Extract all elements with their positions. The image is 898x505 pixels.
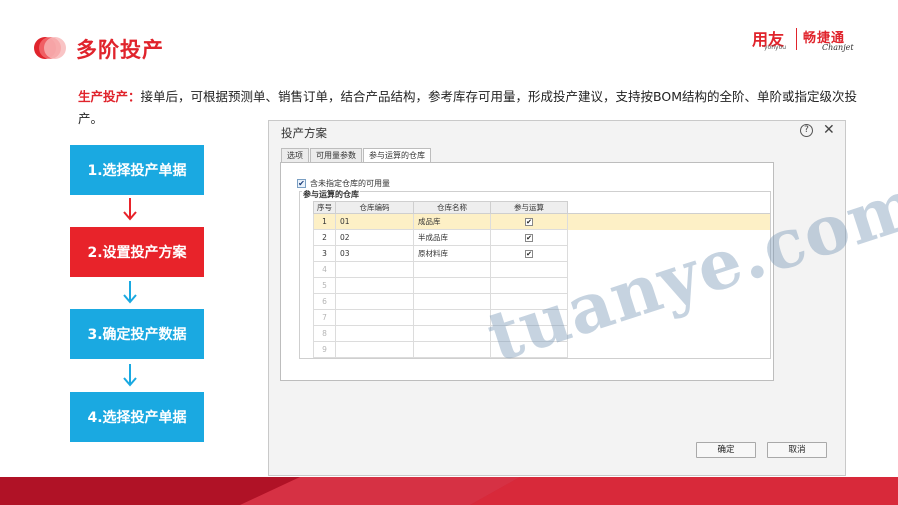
warehouse-code-cell[interactable]	[335, 309, 414, 326]
warehouse-name-cell[interactable]	[413, 277, 491, 294]
row-index-cell[interactable]: 2	[313, 229, 336, 246]
footer-band	[0, 477, 898, 505]
help-icon[interactable]: ?	[800, 124, 813, 137]
include-unassigned-checkbox[interactable]: ✔	[297, 179, 306, 188]
ok-button[interactable]: 确定	[696, 442, 756, 458]
intro-label: 生产投产：	[78, 89, 141, 104]
dialog-title: 投产方案	[281, 126, 327, 140]
step-4-box: 4.选择投产单据	[70, 392, 204, 442]
brand-divider	[796, 28, 797, 50]
close-icon[interactable]: ✕	[823, 122, 835, 138]
page-title: 多阶投产	[76, 38, 164, 62]
arrow-down-icon	[123, 364, 137, 387]
step-3-box: 3.确定投产数据	[70, 309, 204, 359]
table-row[interactable]: 1 01 成品库 ✔	[313, 213, 770, 230]
brand-yonyou-sub: yonyou	[764, 44, 787, 51]
warehouse-code-cell[interactable]	[335, 325, 414, 342]
arrow-down-icon	[123, 281, 137, 304]
row-index-cell[interactable]: 5	[313, 277, 336, 294]
warehouse-code-cell[interactable]: 02	[335, 229, 414, 246]
warehouse-name-cell[interactable]: 成品库	[413, 213, 491, 230]
warehouse-code-cell[interactable]	[335, 277, 414, 294]
brand-chanjet-sub: Chanjet	[822, 43, 854, 52]
tab-availability-params[interactable]: 可用量参数	[310, 148, 362, 162]
warehouse-code-cell[interactable]: 03	[335, 245, 414, 262]
title-logo-icon	[34, 37, 66, 59]
arrow-down-icon	[123, 198, 137, 221]
tab-bar: 选项 可用量参数 参与运算的仓库	[281, 148, 432, 163]
row-index-cell[interactable]: 4	[313, 261, 336, 278]
slide: 多阶投产 用友 yonyou 畅捷通 Chanjet 生产投产：接单后，可根据预…	[0, 0, 898, 505]
row-index-cell[interactable]: 7	[313, 309, 336, 326]
warehouse-name-cell[interactable]	[413, 341, 491, 358]
warehouse-name-cell[interactable]	[413, 325, 491, 342]
column-header[interactable]: 序号	[313, 201, 336, 214]
warehouse-name-cell[interactable]	[413, 309, 491, 326]
participate-cell[interactable]: ✔	[490, 245, 568, 262]
warehouse-code-cell[interactable]	[335, 293, 414, 310]
table-empty-area	[567, 201, 770, 214]
cancel-button[interactable]: 取消	[767, 442, 827, 458]
column-header[interactable]: 参与运算	[490, 201, 568, 214]
column-header[interactable]: 仓库名称	[413, 201, 491, 214]
column-header[interactable]: 仓库编码	[335, 201, 414, 214]
warehouse-code-cell[interactable]: 01	[335, 213, 414, 230]
row-index-cell[interactable]: 6	[313, 293, 336, 310]
participate-cell[interactable]: ✔	[490, 213, 568, 230]
tab-options[interactable]: 选项	[281, 148, 309, 162]
participate-checkbox[interactable]: ✔	[525, 234, 533, 242]
tab-warehouses[interactable]: 参与运算的仓库	[363, 148, 431, 163]
brand-logo: 用友 yonyou 畅捷通 Chanjet	[752, 26, 862, 54]
participate-cell[interactable]: ✔	[490, 229, 568, 246]
row-index-cell[interactable]: 3	[313, 245, 336, 262]
warehouse-code-cell[interactable]	[335, 261, 414, 278]
group-title: 参与运算的仓库	[302, 189, 360, 200]
include-unassigned-checkbox-row[interactable]: ✔ 含未指定仓库的可用量	[297, 178, 390, 189]
participate-checkbox[interactable]: ✔	[525, 218, 533, 226]
warehouse-name-cell[interactable]	[413, 261, 491, 278]
include-unassigned-label: 含未指定仓库的可用量	[310, 179, 390, 188]
row-index-cell[interactable]: 9	[313, 341, 336, 358]
participate-checkbox[interactable]: ✔	[525, 250, 533, 258]
step-2-box: 2.设置投产方案	[70, 227, 204, 277]
step-1-box: 1.选择投产单据	[70, 145, 204, 195]
warehouse-name-cell[interactable]: 原材料库	[413, 245, 491, 262]
warehouse-code-cell[interactable]	[335, 341, 414, 358]
warehouse-name-cell[interactable]: 半成品库	[413, 229, 491, 246]
row-index-cell[interactable]: 8	[313, 325, 336, 342]
row-index-cell[interactable]: 1	[313, 213, 336, 230]
participate-cell[interactable]	[490, 261, 568, 278]
